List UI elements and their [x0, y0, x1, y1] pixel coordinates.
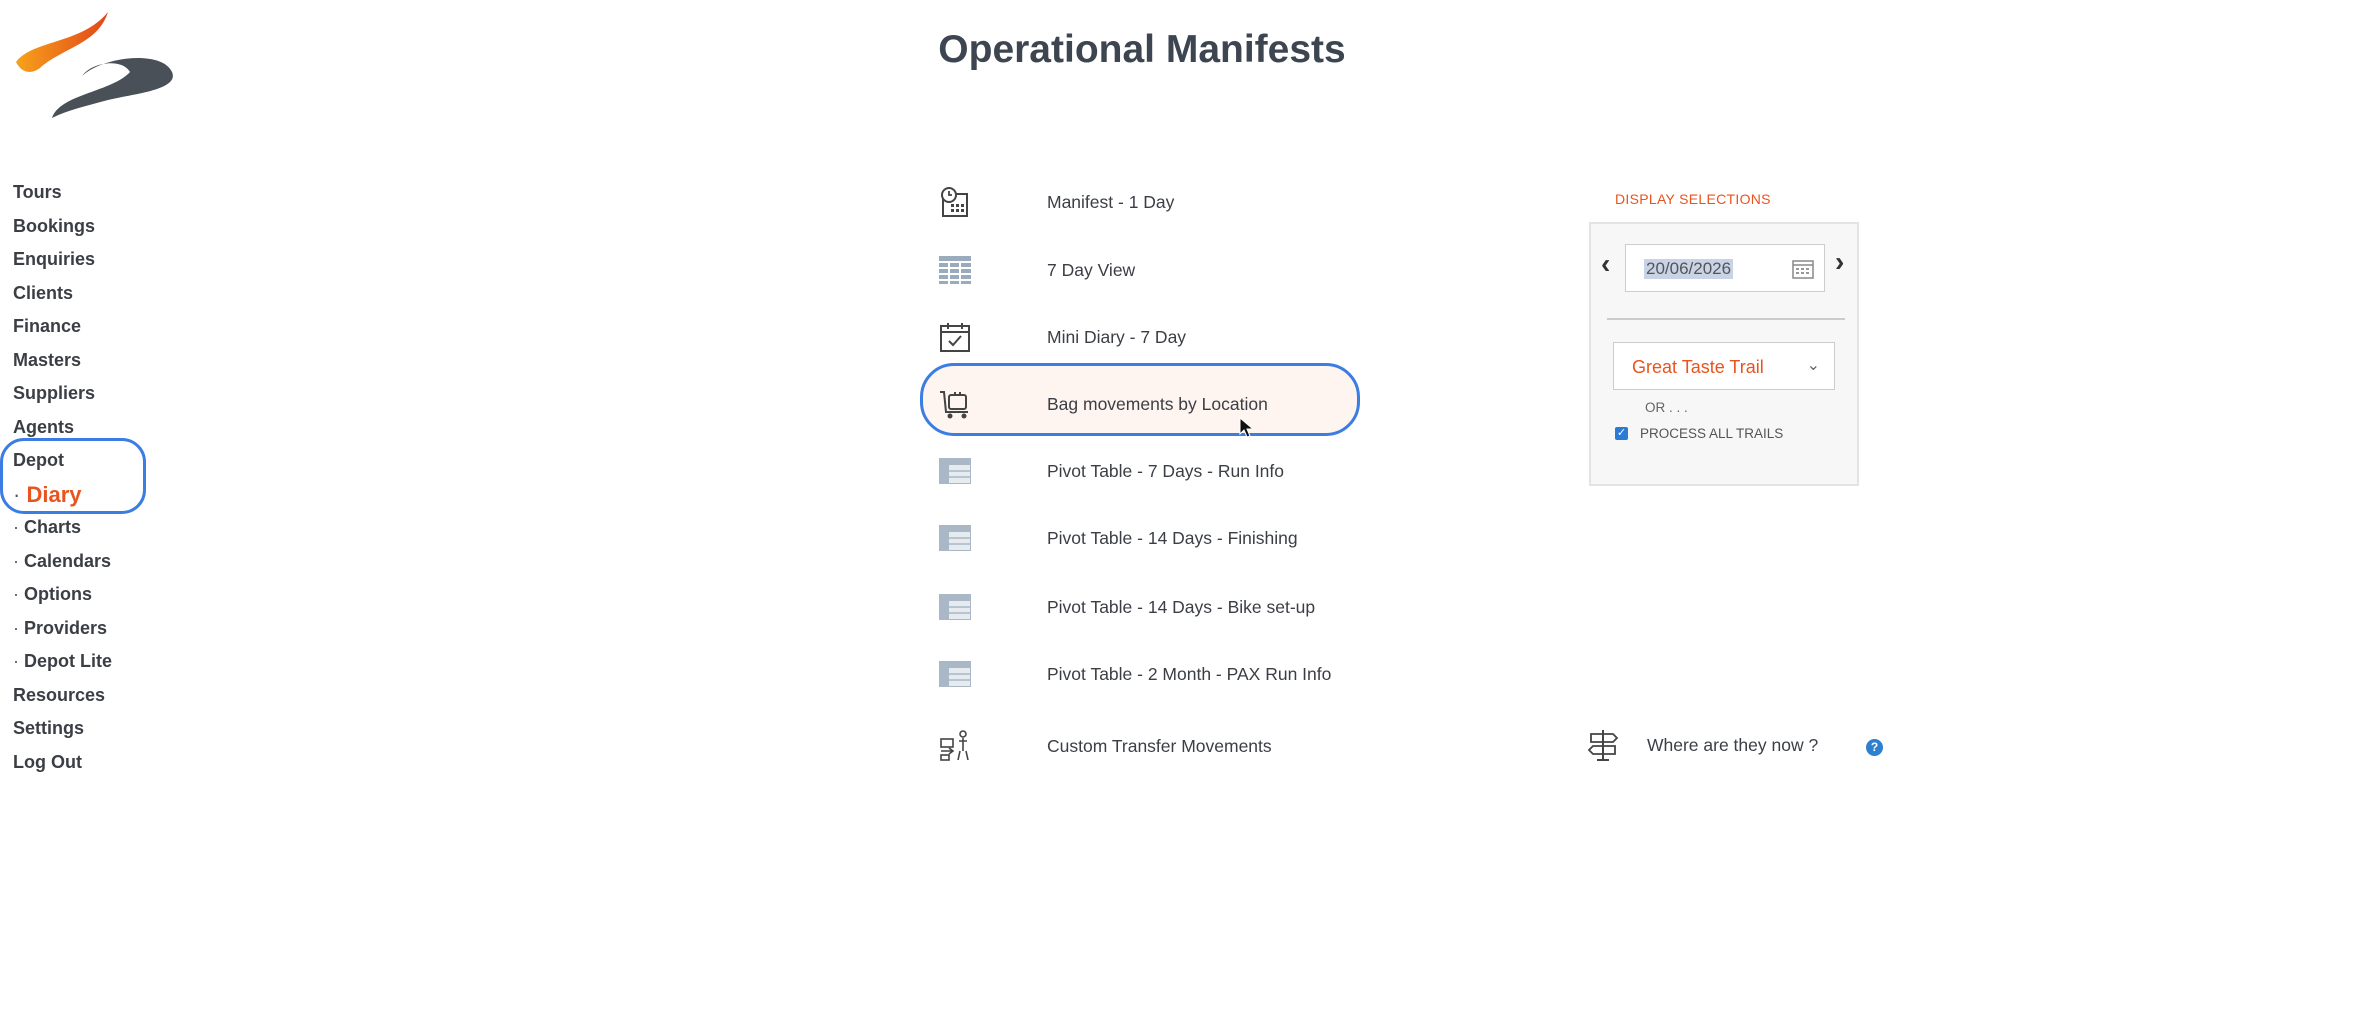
grid-table-icon — [935, 250, 975, 290]
where-are-they-now-label: Where are they now ? — [1647, 734, 1819, 755]
luggage-cart-icon — [935, 384, 975, 424]
pivot-table-icon — [935, 518, 975, 558]
sidebar-item-charts[interactable]: Charts — [13, 511, 112, 545]
sidebar-item-options[interactable]: Options — [13, 578, 112, 612]
manifest-item-label: Pivot Table - 14 Days - Bike set-up — [1047, 596, 1316, 617]
sidebar-item-resources[interactable]: Resources — [13, 679, 112, 713]
sidebar-item-bookings[interactable]: Bookings — [13, 210, 112, 244]
manifest-item-label: 7 Day View — [1047, 259, 1136, 280]
page-title: Operational Manifests — [938, 28, 1346, 71]
date-value: 20/06/2026 — [1644, 259, 1734, 279]
process-all-trails-checkbox[interactable]: ✓ — [1615, 427, 1628, 440]
mouse-cursor-icon — [1239, 417, 1255, 438]
sidebar-item-providers[interactable]: Providers — [13, 612, 112, 646]
manifest-item-label: Bag movements by Location — [1047, 393, 1268, 414]
trail-select[interactable]: Great Taste Trail ⌄ — [1613, 342, 1835, 390]
pivot-14-days-finishing-link[interactable]: Pivot Table - 14 Days - Finishing — [935, 518, 1298, 558]
sidebar-item-tours[interactable]: Tours — [13, 176, 112, 210]
pivot-table-icon — [935, 587, 975, 627]
sidebar-item-masters[interactable]: Masters — [13, 344, 112, 378]
pivot-7-days-run-info-link[interactable]: Pivot Table - 7 Days - Run Info — [935, 451, 1284, 491]
bag-movements-link[interactable]: Bag movements by Location — [935, 384, 1268, 424]
manifest-item-label: Mini Diary - 7 Day — [1047, 326, 1187, 347]
sidebar-item-depot-lite[interactable]: Depot Lite — [13, 645, 112, 679]
calendar-check-icon — [935, 317, 975, 357]
sidebar-item-depot[interactable]: Depot — [13, 444, 112, 478]
where-are-they-now-link[interactable]: Where are they now ? — [1587, 728, 1818, 762]
date-input[interactable]: 20/06/2026 — [1625, 244, 1825, 292]
sidebar-nav: Tours Bookings Enquiries Clients Finance… — [13, 176, 112, 779]
seven-day-view-link[interactable]: 7 Day View — [935, 250, 1135, 290]
pivot-14-days-bike-setup-link[interactable]: Pivot Table - 14 Days - Bike set-up — [935, 587, 1315, 627]
pivot-table-icon — [935, 654, 975, 694]
chevron-left-icon[interactable]: ‹ — [1601, 248, 1610, 280]
process-all-trails-row: ✓ PROCESS ALL TRAILS — [1615, 426, 1783, 441]
calendar-icon[interactable] — [1792, 259, 1814, 279]
sidebar-item-agents[interactable]: Agents — [13, 411, 112, 445]
chevron-down-icon: ⌄ — [1806, 357, 1820, 374]
process-all-trails-label: PROCESS ALL TRAILS — [1640, 426, 1784, 441]
manifest-1-day-link[interactable]: Manifest - 1 Day — [935, 182, 1174, 222]
manifest-item-label: Pivot Table - 7 Days - Run Info — [1047, 460, 1285, 481]
sidebar-item-settings[interactable]: Settings — [13, 712, 112, 746]
help-icon[interactable]: ? — [1866, 739, 1883, 756]
or-label: OR . . . — [1645, 400, 1688, 415]
sidebar-item-calendars[interactable]: Calendars — [13, 545, 112, 579]
sidebar-item-clients[interactable]: Clients — [13, 277, 112, 311]
pivot-table-icon — [935, 451, 975, 491]
divider — [1607, 318, 1845, 320]
calendar-clock-icon — [935, 182, 975, 222]
manifest-item-label: Pivot Table - 14 Days - Finishing — [1047, 527, 1298, 548]
trail-selected-value: Great Taste Trail — [1632, 357, 1764, 377]
display-selections-panel: ‹ 20/06/2026 › Great Taste Trail ⌄ OR . … — [1589, 222, 1859, 486]
sidebar-item-diary[interactable]: Diary — [13, 478, 112, 512]
sidebar-item-finance[interactable]: Finance — [13, 310, 112, 344]
manifest-item-label: Pivot Table - 2 Month - PAX Run Info — [1047, 663, 1332, 684]
transfer-person-icon — [935, 726, 975, 766]
manifest-item-label: Manifest - 1 Day — [1047, 191, 1175, 212]
sidebar-item-suppliers[interactable]: Suppliers — [13, 377, 112, 411]
chevron-right-icon[interactable]: › — [1835, 246, 1844, 278]
manifest-item-label: Custom Transfer Movements — [1047, 735, 1272, 756]
pivot-2-month-pax-run-info-link[interactable]: Pivot Table - 2 Month - PAX Run Info — [935, 654, 1331, 694]
display-selections-title: DISPLAY SELECTIONS — [1615, 191, 1771, 207]
sidebar-item-enquiries[interactable]: Enquiries — [13, 243, 112, 277]
sidebar-item-log-out[interactable]: Log Out — [13, 746, 112, 780]
mini-diary-link[interactable]: Mini Diary - 7 Day — [935, 317, 1186, 357]
custom-transfer-movements-link[interactable]: Custom Transfer Movements — [935, 726, 1272, 766]
signpost-icon — [1587, 730, 1619, 761]
